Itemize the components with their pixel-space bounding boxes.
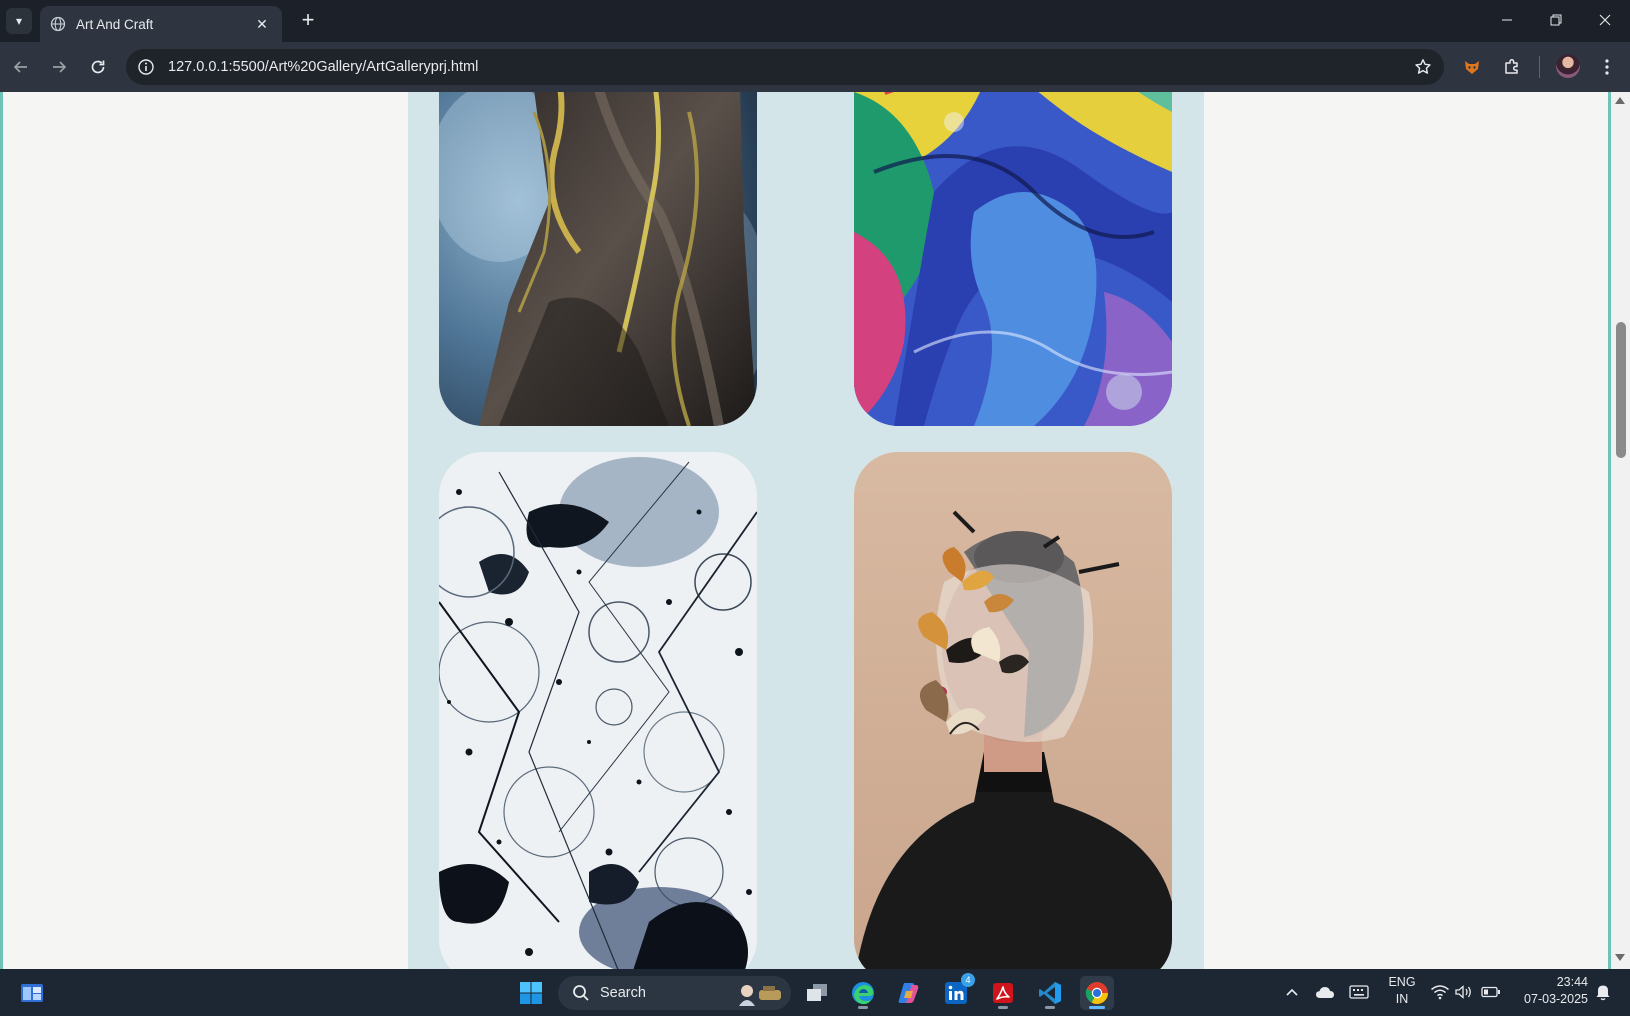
linkedin-icon[interactable]: 4 (939, 973, 975, 1010)
gallery-image-fluid-ink[interactable] (854, 92, 1172, 426)
globe-icon (50, 16, 66, 32)
minimize-icon[interactable] (1484, 0, 1530, 40)
address-bar[interactable]: 127.0.0.1:5500/Art%20Gallery/ArtGalleryp… (126, 49, 1444, 85)
extension-fox-icon[interactable] (1460, 55, 1484, 79)
url-text[interactable]: 127.0.0.1:5500/Art%20Gallery/ArtGalleryp… (168, 59, 1412, 75)
menu-kebab-icon[interactable] (1595, 55, 1619, 79)
scroll-up-arrow-icon[interactable] (1615, 97, 1625, 104)
close-window-icon[interactable] (1582, 0, 1628, 40)
notification-bell-icon[interactable] (1591, 980, 1615, 1004)
gallery-container (408, 92, 1204, 969)
clock-date: 07-03-2025 (1524, 992, 1588, 1006)
gallery-image-ink-splatter[interactable] (439, 452, 757, 969)
vscode-icon[interactable] (1033, 976, 1067, 1010)
tab-title: Art And Craft (76, 16, 154, 32)
toolbar-divider (1539, 56, 1540, 78)
acrobat-icon[interactable] (986, 976, 1020, 1010)
gallery-image-butterfly-portrait[interactable] (854, 452, 1172, 969)
extensions-puzzle-icon[interactable] (1500, 55, 1524, 79)
active-indicator (1089, 1006, 1105, 1009)
running-indicator (858, 1006, 868, 1009)
page-viewport (0, 92, 1630, 969)
gallery-image-gold-portrait[interactable] (439, 92, 757, 426)
windows-taskbar: Search 4 ENG IN 23:44 07-03-2025 (0, 969, 1630, 1016)
search-highlight-image (733, 980, 785, 1006)
scrollbar-thumb[interactable] (1616, 322, 1626, 458)
input-language-indicator[interactable]: ENG IN (1386, 974, 1418, 1008)
search-icon (570, 982, 592, 1004)
volume-icon[interactable] (1452, 980, 1476, 1004)
forward-icon[interactable] (47, 55, 71, 79)
task-view-icon[interactable] (800, 976, 834, 1010)
bookmark-star-icon[interactable] (1412, 56, 1434, 78)
site-info-icon[interactable] (136, 57, 156, 77)
close-icon[interactable]: ✕ (252, 14, 272, 34)
battery-icon[interactable] (1479, 980, 1503, 1004)
tab-search-icon[interactable]: ▾ (6, 8, 32, 34)
scroll-down-arrow-icon[interactable] (1615, 954, 1625, 961)
taskbar-search[interactable]: Search (558, 976, 791, 1010)
vertical-scrollbar[interactable] (1611, 92, 1630, 969)
browser-tab[interactable]: Art And Craft ✕ (40, 6, 282, 42)
start-windows-icon[interactable] (514, 976, 548, 1010)
chrome-icon[interactable] (1080, 976, 1114, 1010)
browser-toolbar: 127.0.0.1:5500/Art%20Gallery/ArtGalleryp… (0, 42, 1630, 92)
back-icon[interactable] (9, 55, 33, 79)
browser-tab-strip: ▾ Art And Craft ✕ + (0, 0, 1630, 42)
edge-browser-icon[interactable] (846, 976, 880, 1010)
widgets-icon[interactable] (15, 976, 49, 1010)
language-code: ENG (1388, 975, 1416, 989)
wifi-icon[interactable] (1428, 980, 1452, 1004)
running-indicator (998, 1006, 1008, 1009)
keyboard-icon[interactable] (1347, 980, 1371, 1004)
copilot-icon[interactable] (892, 976, 926, 1010)
restore-icon[interactable] (1533, 0, 1579, 40)
new-tab-plus-icon[interactable]: + (296, 9, 320, 33)
notification-badge: 4 (961, 973, 975, 987)
profile-avatar[interactable] (1556, 54, 1580, 78)
show-hidden-icons-chevron-icon[interactable] (1280, 980, 1304, 1004)
search-label: Search (600, 985, 646, 1001)
system-clock[interactable]: 23:44 07-03-2025 (1512, 974, 1588, 1008)
clock-time: 23:44 (1556, 975, 1588, 989)
running-indicator (1045, 1006, 1055, 1009)
language-region: IN (1395, 992, 1409, 1006)
reload-icon[interactable] (86, 55, 110, 79)
onedrive-cloud-icon[interactable] (1313, 980, 1337, 1004)
page-left-border (0, 92, 3, 969)
